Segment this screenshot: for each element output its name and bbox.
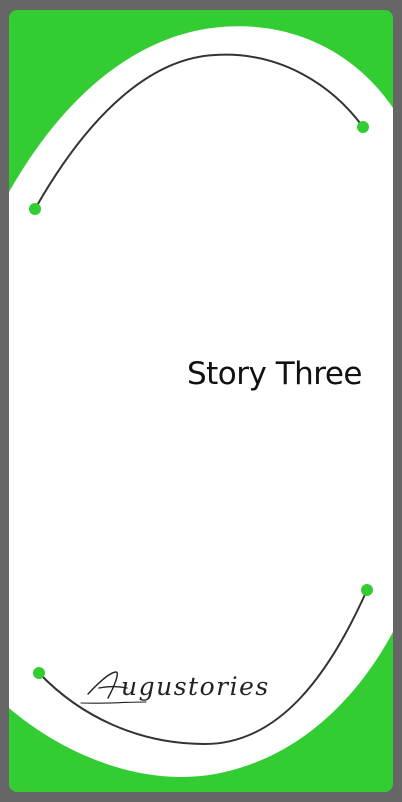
dot-icon: [357, 121, 369, 133]
brand-logo: ugustories: [80, 671, 270, 704]
story-title: Story Three: [186, 356, 363, 392]
dot-icon: [361, 584, 373, 596]
svg-text:ugustories: ugustories: [121, 672, 270, 701]
dot-icon: [33, 667, 45, 679]
dot-icon: [29, 203, 41, 215]
story-card: Story Three ugustories: [0, 0, 402, 802]
